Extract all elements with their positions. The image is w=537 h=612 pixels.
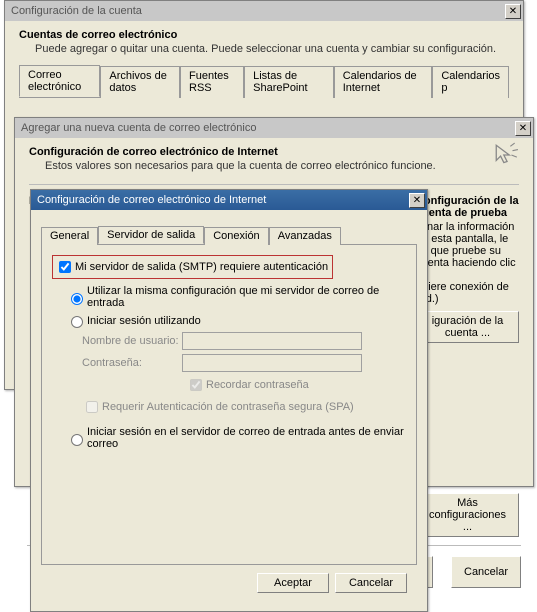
more-settings-button[interactable]: Más configuraciones ... — [416, 493, 519, 537]
internet-email-config-dialog: Configuración de correo electrónico de I… — [30, 189, 428, 612]
spa-label: Requerir Autenticación de contraseña seg… — [102, 401, 354, 413]
tab-internet-cal[interactable]: Calendarios de Internet — [334, 66, 433, 98]
tab-published-cal[interactable]: Calendarios p — [432, 66, 509, 98]
tab-panel: Mi servidor de salida (SMTP) requiere au… — [41, 245, 417, 565]
sub-dlg2: Estos valores son necesarios para que la… — [45, 160, 519, 172]
dlg3-button-row: Aceptar Cancelar — [41, 565, 417, 601]
tab-sharepoint[interactable]: Listas de SharePoint — [244, 66, 334, 98]
title-text-dlg3: Configuración de correo electrónico de I… — [37, 194, 266, 206]
tab-data-files[interactable]: Archivos de datos — [100, 66, 180, 98]
radio-row-same-config: Utilizar la misma configuración que mi s… — [66, 285, 406, 309]
password-row: Contraseña: — [82, 354, 406, 372]
titlebar-dlg3: Configuración de correo electrónico de I… — [31, 190, 427, 210]
smtp-auth-checkbox[interactable] — [59, 261, 71, 273]
tabs-dlg1: Correo electrónico Archivos de datos Fue… — [19, 65, 509, 98]
tab-advanced[interactable]: Avanzadas — [269, 227, 341, 245]
tab-rss[interactable]: Fuentes RSS — [180, 66, 244, 98]
content-dlg1: Cuentas de correo electrónico Puede agre… — [5, 21, 523, 106]
smtp-auth-label: Mi servidor de salida (SMTP) requiere au… — [75, 261, 328, 273]
heading-dlg1: Cuentas de correo electrónico — [19, 29, 509, 41]
radio-row-login-before: Iniciar sesión en el servidor de correo … — [66, 426, 406, 450]
titlebar-dlg2: Agregar una nueva cuenta de correo elect… — [15, 118, 533, 138]
sub-dlg1: Puede agregar o quitar una cuenta. Puede… — [35, 43, 509, 55]
cursor-icon — [493, 142, 519, 168]
tab-email[interactable]: Correo electrónico — [19, 65, 100, 97]
radio-row-login-using: Iniciar sesión utilizando — [66, 313, 406, 328]
remember-password-checkbox — [190, 379, 202, 391]
tab-connection[interactable]: Conexión — [204, 227, 268, 245]
accept-button[interactable]: Aceptar — [257, 573, 329, 593]
content-dlg3: General Servidor de salida Conexión Avan… — [31, 210, 427, 611]
close-button-dlg2[interactable]: ✕ — [515, 121, 531, 136]
radio-login-before[interactable] — [71, 434, 83, 446]
desc-line2: os que pruebe su cuenta haciendo clic en — [416, 245, 519, 281]
username-label: Nombre de usuario: — [82, 335, 182, 347]
radio-same-config[interactable] — [71, 293, 83, 305]
title-text-dlg2: Agregar una nueva cuenta de correo elect… — [21, 122, 256, 134]
test-config-heading: Configuración de la cuenta de prueba — [416, 195, 519, 219]
radio-login-using-label: Iniciar sesión utilizando — [87, 315, 201, 327]
username-input — [182, 332, 362, 350]
test-account-button[interactable]: iguración de la cuenta ... — [416, 311, 519, 343]
close-button-dlg1[interactable]: ✕ — [505, 4, 521, 19]
cancel-button-dlg3[interactable]: Cancelar — [335, 573, 407, 593]
tab-outgoing-server[interactable]: Servidor de salida — [98, 226, 204, 244]
title-text-dlg1: Configuración de la cuenta — [11, 5, 142, 17]
radio-login-before-label: Iniciar sesión en el servidor de correo … — [87, 426, 406, 450]
cancel-button[interactable]: Cancelar — [451, 556, 521, 588]
remember-password-label: Recordar contraseña — [206, 379, 309, 391]
radio-same-config-label: Utilizar la misma configuración que mi s… — [87, 285, 406, 309]
tab-general[interactable]: General — [41, 227, 98, 245]
username-row: Nombre de usuario: — [82, 332, 406, 350]
smtp-auth-highlight: Mi servidor de salida (SMTP) requiere au… — [52, 255, 333, 279]
titlebar-dlg1: Configuración de la cuenta ✕ — [5, 1, 523, 21]
radio-login-using[interactable] — [71, 316, 83, 328]
heading-dlg2: Configuración de correo electrónico de I… — [29, 146, 519, 158]
desc-line3: quiere conexión de red.) — [416, 281, 519, 305]
password-label: Contraseña: — [82, 357, 182, 369]
password-input — [182, 354, 362, 372]
tabs-dlg3: General Servidor de salida Conexión Avan… — [41, 226, 417, 245]
desc-line1: llenar la información de esta pantalla, … — [416, 221, 519, 245]
spa-checkbox — [86, 401, 98, 413]
close-button-dlg3[interactable]: ✕ — [409, 193, 425, 208]
